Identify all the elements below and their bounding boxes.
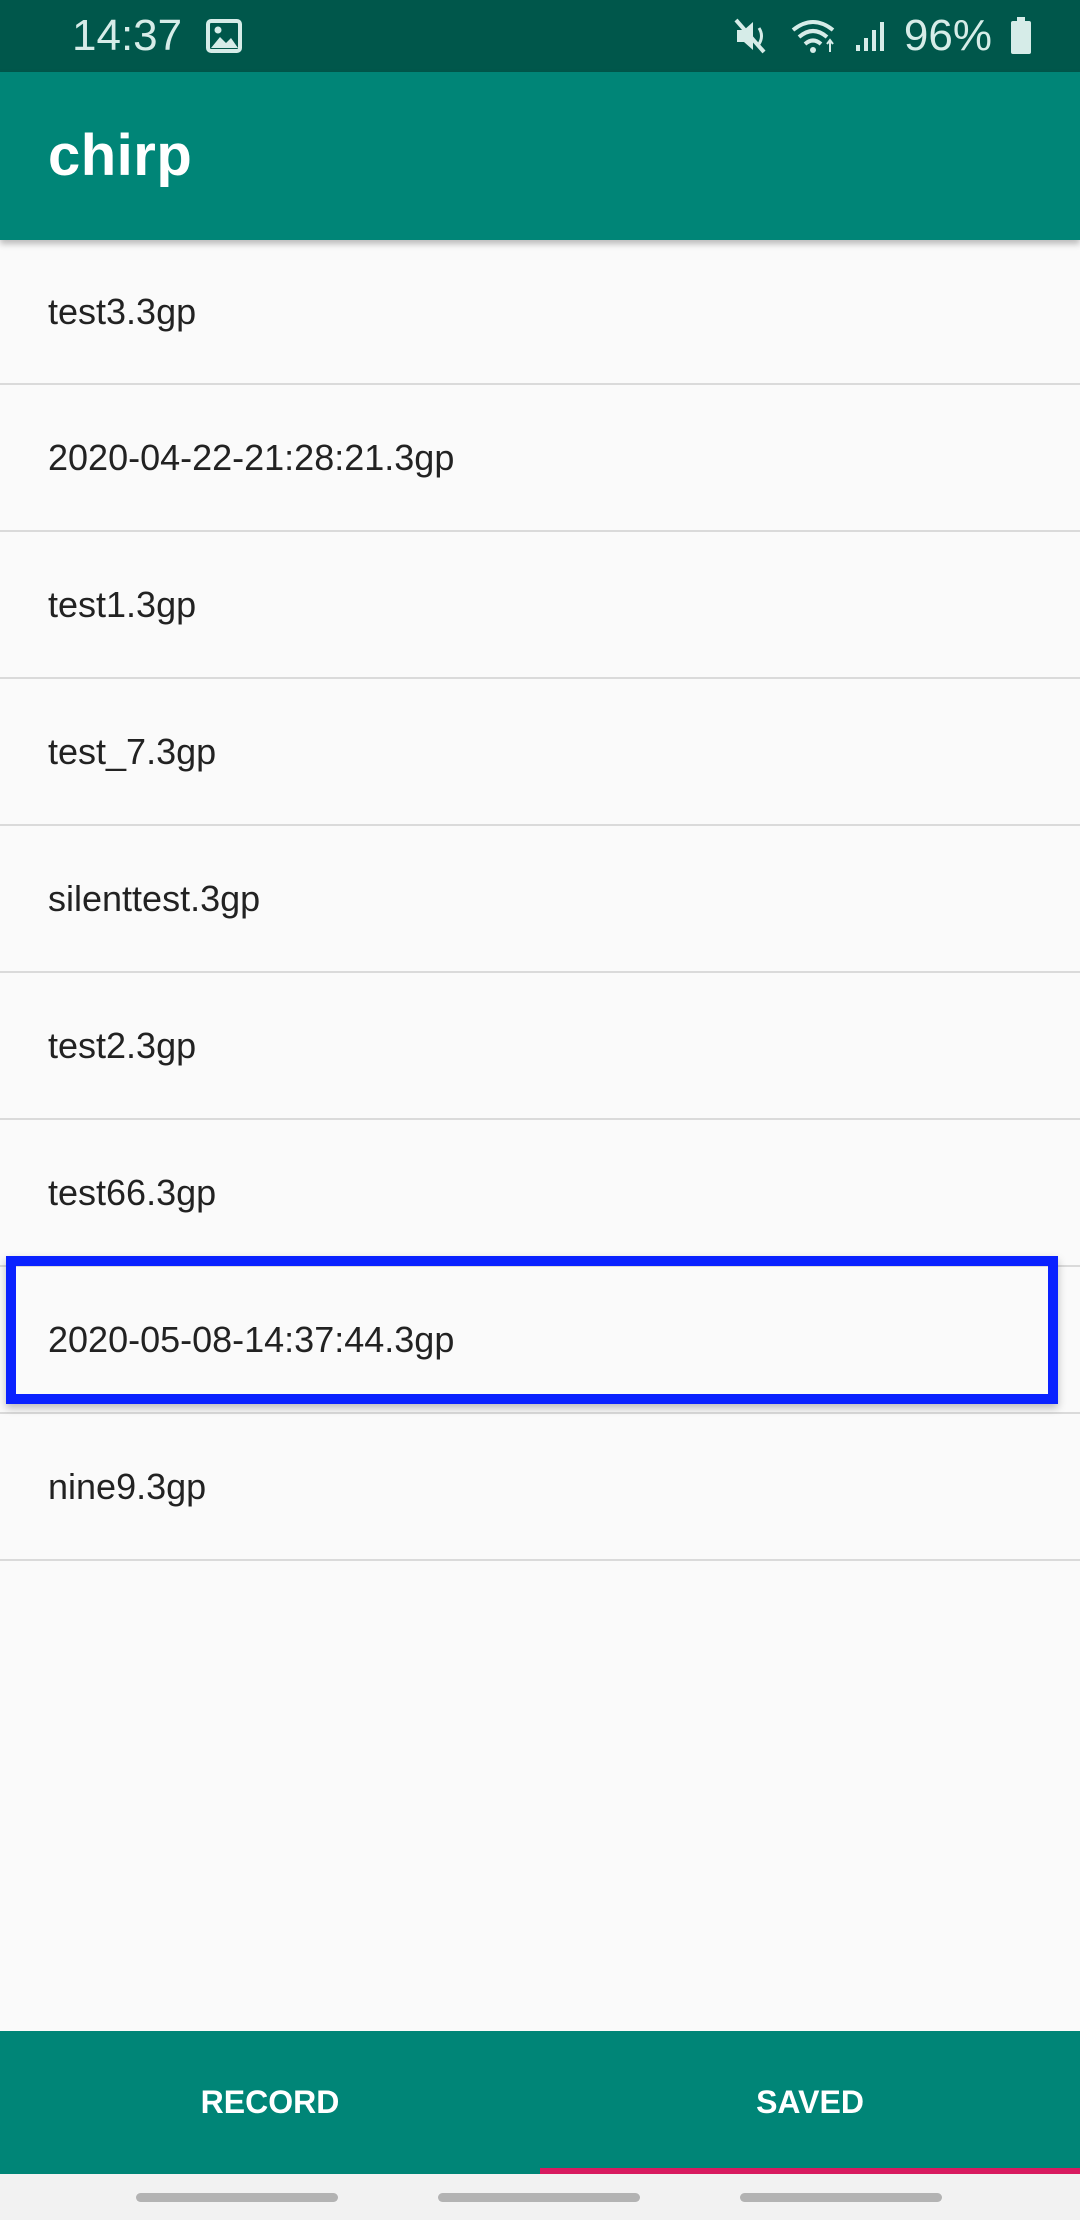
file-name: nine9.3gp: [48, 1465, 207, 1507]
status-bar: 14:37 96%: [0, 0, 1080, 72]
list-item[interactable]: silenttest.3gp: [0, 826, 1080, 973]
file-name: test2.3gp: [48, 1024, 197, 1066]
battery-percent: 96%: [903, 11, 992, 60]
status-left: 14:37: [72, 11, 243, 61]
file-name: 2020-05-08-14:37:44.3gp: [48, 1318, 455, 1360]
nav-home-handle[interactable]: [438, 2193, 640, 2202]
file-name: 2020-04-22-21:28:21.3gp: [48, 436, 455, 478]
file-name: test1.3gp: [48, 583, 197, 625]
nav-back-handle[interactable]: [740, 2193, 942, 2202]
file-name: test66.3gp: [48, 1171, 217, 1213]
system-nav-bar: [0, 2174, 1080, 2220]
bottom-tab-bar: RECORD SAVED: [0, 2031, 1080, 2174]
list-item[interactable]: test1.3gp: [0, 532, 1080, 679]
tab-record-label: RECORD: [200, 2084, 340, 2120]
image-icon: [206, 19, 243, 53]
saved-recordings-list: test3.3gp 2020-04-22-21:28:21.3gp test1.…: [0, 240, 1080, 1561]
app-title: chirp: [48, 123, 193, 188]
status-time: 14:37: [72, 11, 183, 60]
file-name: test_7.3gp: [48, 730, 217, 772]
battery-icon: [1010, 17, 1032, 55]
status-right: 96%: [734, 11, 1032, 61]
wifi-icon: [790, 18, 836, 54]
tab-saved[interactable]: SAVED: [540, 2031, 1080, 2174]
list-item[interactable]: test2.3gp: [0, 973, 1080, 1120]
list-item[interactable]: 2020-04-22-21:28:21.3gp: [0, 385, 1080, 532]
tab-saved-label: SAVED: [756, 2084, 864, 2120]
list-item[interactable]: test66.3gp: [0, 1120, 1080, 1267]
list-item-highlighted[interactable]: 2020-05-08-14:37:44.3gp: [0, 1267, 1080, 1414]
signal-icon: [854, 19, 886, 53]
file-name: silenttest.3gp: [48, 877, 261, 919]
file-name: test3.3gp: [48, 290, 197, 332]
list-item[interactable]: nine9.3gp: [0, 1414, 1080, 1561]
list-item[interactable]: test_7.3gp: [0, 679, 1080, 826]
app-bar: chirp: [0, 72, 1080, 240]
nav-recents-handle[interactable]: [136, 2193, 338, 2202]
mute-icon: [734, 18, 772, 54]
list-item[interactable]: test3.3gp: [0, 240, 1080, 385]
tab-record[interactable]: RECORD: [0, 2031, 540, 2174]
